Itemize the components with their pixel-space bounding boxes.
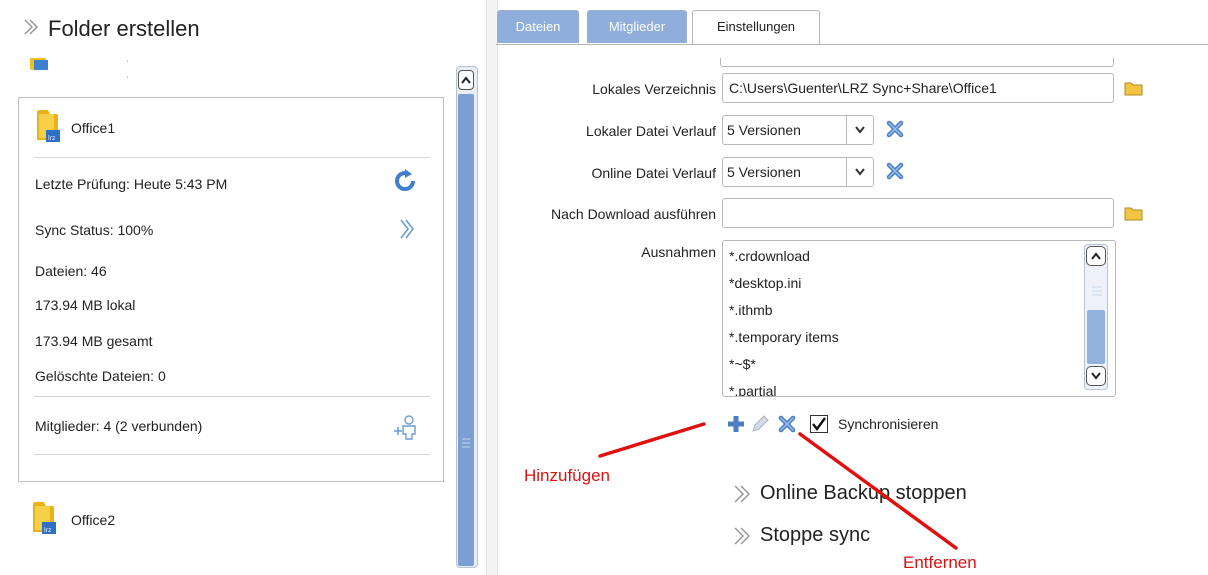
annotation-add: Hinzufügen: [524, 466, 611, 485]
annotation-remove: Entfernen: [903, 553, 977, 572]
annotation-lines: [598, 422, 958, 550]
